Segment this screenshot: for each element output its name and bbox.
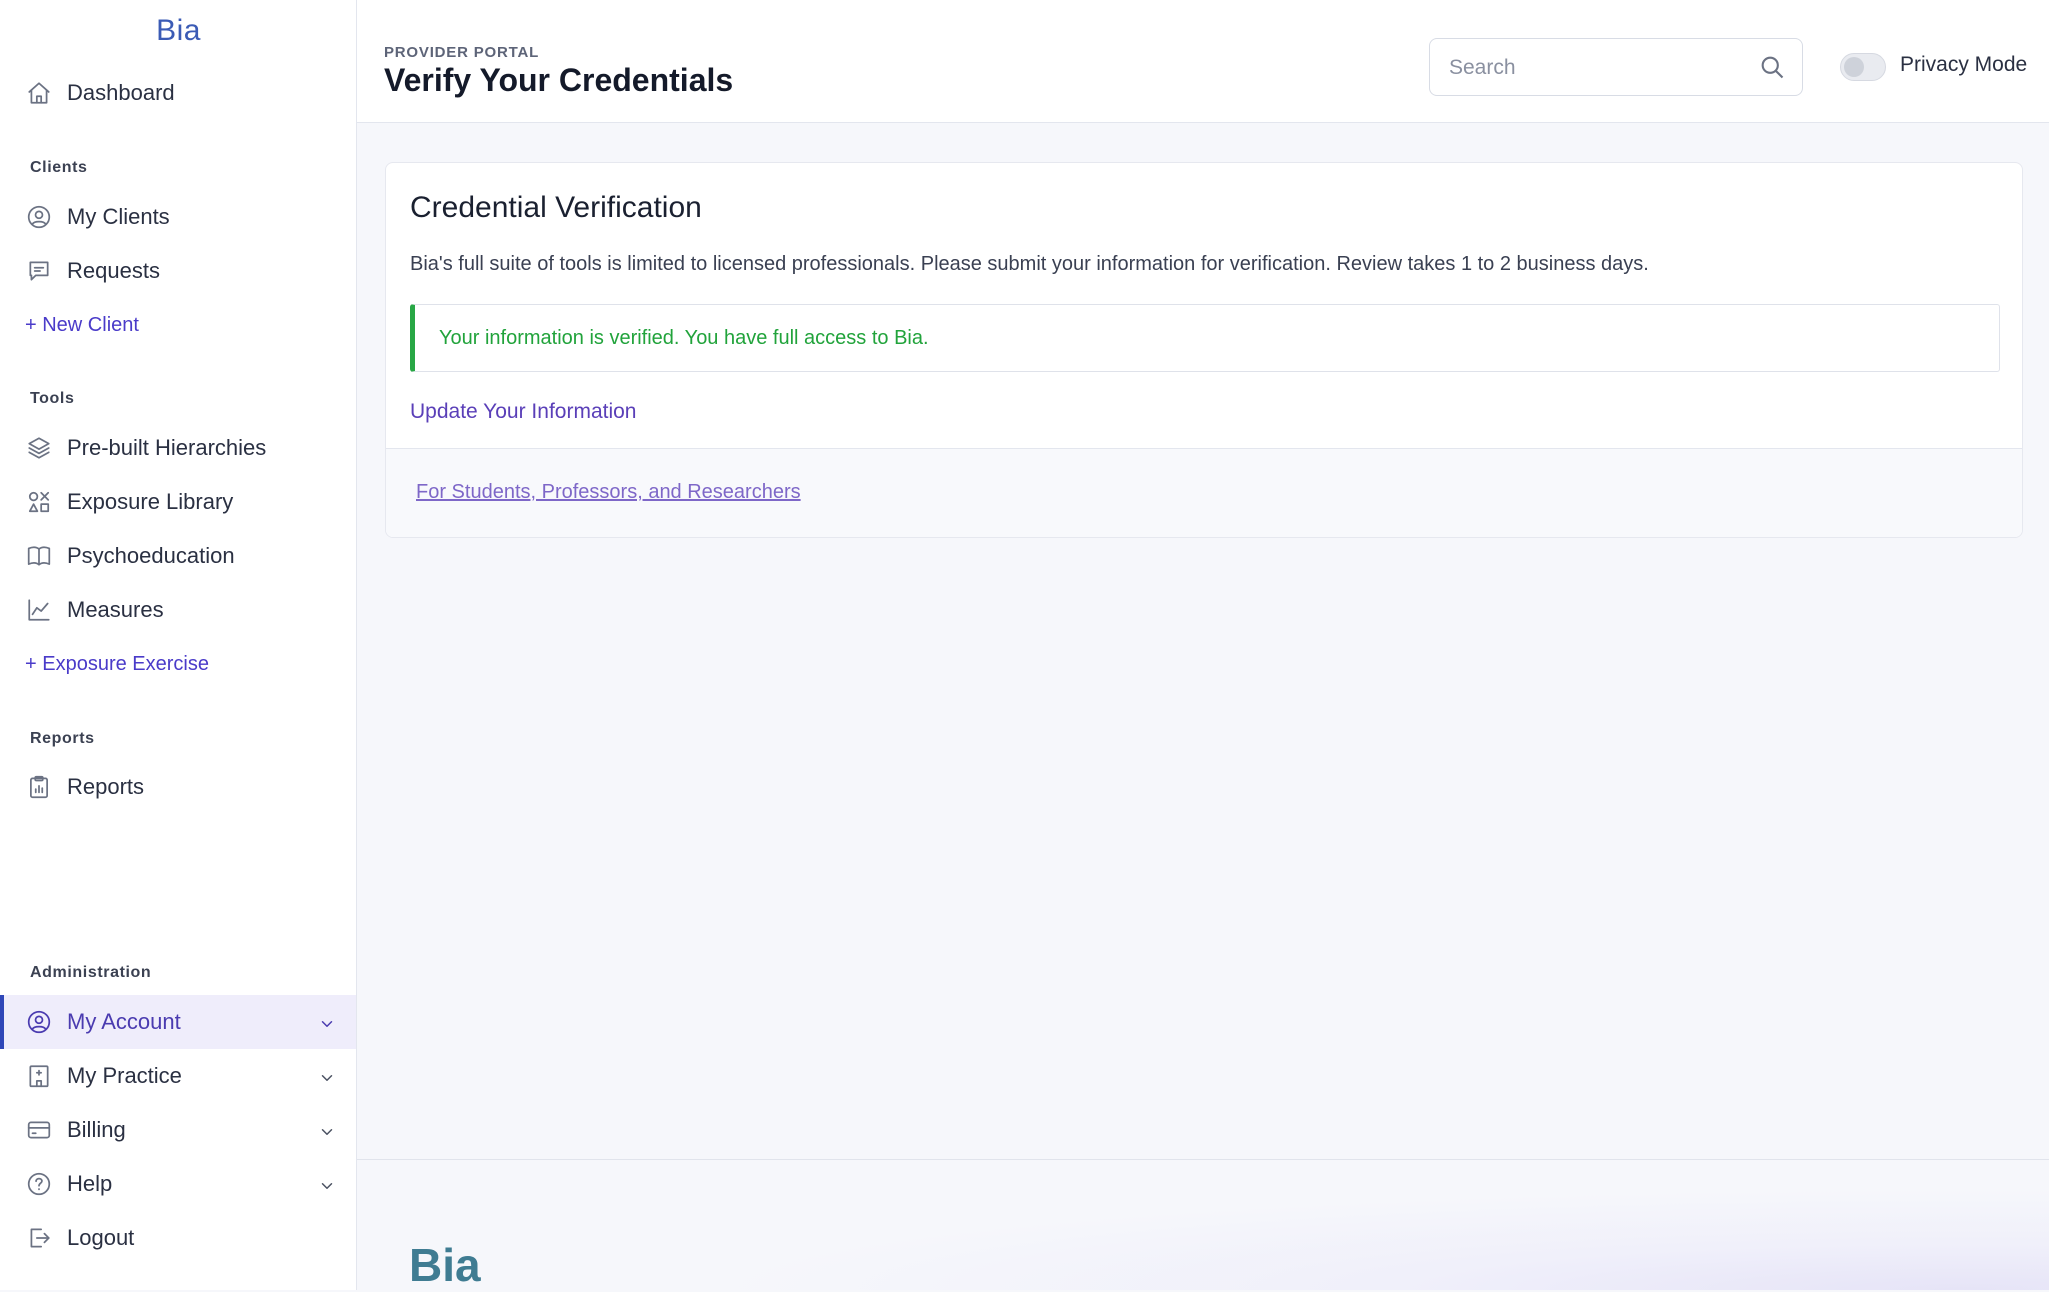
chart-line-icon: [25, 596, 53, 624]
logout-icon: [25, 1224, 53, 1252]
sidebar-item-logout[interactable]: Logout: [0, 1211, 356, 1265]
search-icon[interactable]: [1758, 53, 1786, 81]
sidebar-item-reports[interactable]: Reports: [0, 760, 356, 814]
chevron-down-icon: [318, 1175, 336, 1193]
sidebar-item-label: My Clients: [67, 204, 170, 229]
card-title: Credential Verification: [410, 191, 702, 224]
sidebar-item-my-practice[interactable]: My Practice: [0, 1049, 356, 1103]
sidebar-item-requests[interactable]: Requests: [0, 244, 356, 298]
section-label-clients: Clients: [30, 159, 88, 176]
sidebar-item-dashboard[interactable]: Dashboard: [0, 66, 356, 120]
sidebar-item-billing[interactable]: Billing: [0, 1103, 356, 1157]
sidebar-item-label: Dashboard: [67, 80, 175, 105]
sidebar-item-label: Logout: [67, 1225, 135, 1250]
sidebar-item-help[interactable]: Help: [0, 1157, 356, 1211]
footer-logo: Bia: [409, 1239, 481, 1291]
new-client-link[interactable]: + New Client: [25, 314, 139, 337]
sidebar-item-label: My Practice: [67, 1063, 182, 1088]
home-icon: [25, 79, 53, 107]
sidebar-item-label: Measures: [67, 597, 164, 622]
toggle-knob: [1844, 57, 1864, 77]
section-label-reports: Reports: [30, 730, 95, 747]
page-footer: Bia: [357, 1159, 2049, 1291]
sidebar-item-label: Exposure Library: [67, 489, 234, 514]
shapes-icon: [25, 488, 53, 516]
update-information-link[interactable]: Update Your Information: [410, 400, 637, 424]
sidebar: Bia Dashboard Clients My Clients Request…: [0, 0, 357, 1290]
sidebar-item-label: Psychoeducation: [67, 543, 235, 568]
search-input[interactable]: [1447, 39, 1751, 97]
sidebar-item-label: Reports: [67, 774, 145, 799]
new-exposure-exercise-link[interactable]: + Exposure Exercise: [25, 653, 209, 676]
sidebar-item-label: Help: [67, 1171, 113, 1196]
card-description: Bia's full suite of tools is limited to …: [410, 253, 1649, 275]
sidebar-item-label: Pre-built Hierarchies: [67, 435, 267, 460]
brand-logo[interactable]: Bia: [0, 14, 357, 48]
section-label-tools: Tools: [30, 390, 75, 407]
credit-card-icon: [25, 1116, 53, 1144]
user-circle-icon: [25, 203, 53, 231]
sidebar-item-label: Billing: [67, 1117, 126, 1142]
message-icon: [25, 257, 53, 285]
sidebar-item-psychoeducation[interactable]: Psychoeducation: [0, 529, 356, 583]
book-icon: [25, 542, 53, 570]
sidebar-item-my-clients[interactable]: My Clients: [0, 190, 356, 244]
sidebar-item-label: Requests: [67, 258, 160, 283]
layers-icon: [25, 434, 53, 462]
chevron-down-icon: [318, 1121, 336, 1139]
sidebar-item-my-account[interactable]: My Account: [0, 995, 356, 1049]
chevron-down-icon: [318, 1067, 336, 1085]
credential-verification-card: Credential Verification Bia's full suite…: [385, 162, 2023, 538]
sidebar-item-label: My Account: [67, 1009, 181, 1034]
chevron-down-icon: [318, 1013, 336, 1031]
privacy-mode-toggle[interactable]: [1840, 53, 1886, 81]
sidebar-item-hierarchies[interactable]: Pre-built Hierarchies: [0, 421, 356, 475]
card-footer: For Students, Professors, and Researcher…: [386, 448, 2022, 537]
top-header: PROVIDER PORTAL Verify Your Credentials …: [357, 0, 2049, 123]
students-professors-researchers-link[interactable]: For Students, Professors, and Researcher…: [416, 481, 801, 504]
help-circle-icon: [25, 1170, 53, 1198]
page-title: Verify Your Credentials: [384, 62, 734, 98]
verified-status-alert: Your information is verified. You have f…: [410, 304, 2000, 372]
section-label-administration: Administration: [30, 964, 152, 981]
sidebar-item-exposure-library[interactable]: Exposure Library: [0, 475, 356, 529]
status-message: Your information is verified. You have f…: [439, 326, 929, 349]
user-circle-icon: [25, 1008, 53, 1036]
portal-label: PROVIDER PORTAL: [384, 44, 540, 61]
sidebar-item-measures[interactable]: Measures: [0, 583, 356, 637]
clipboard-icon: [25, 773, 53, 801]
search-box[interactable]: [1429, 38, 1803, 97]
privacy-mode-label: Privacy Mode: [1900, 53, 2028, 76]
building-icon: [25, 1062, 53, 1090]
